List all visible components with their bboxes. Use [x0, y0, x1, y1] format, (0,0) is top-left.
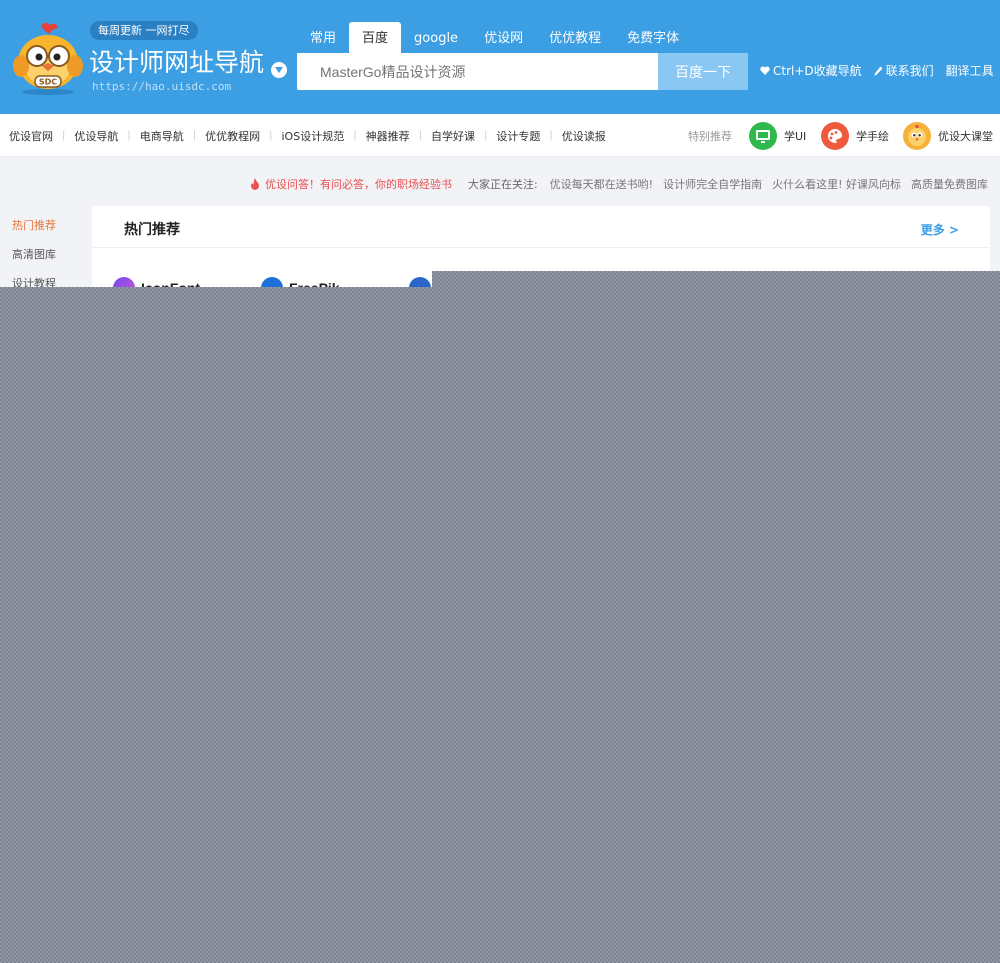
nav-links: 优设官网 | 优设导航 | 电商导航 | 优优教程网 | iOS设计规范 | 神…: [0, 114, 615, 157]
tab-baidu[interactable]: 百度: [349, 22, 402, 53]
fire-icon: [250, 178, 259, 190]
nav-item-uisdc-official[interactable]: 优设官网: [0, 128, 62, 144]
nav-item-uisdc-nav[interactable]: 优设导航: [65, 128, 127, 144]
nav-item-tutorials[interactable]: 优优教程网: [196, 128, 269, 144]
nav-bar: 优设官网 | 优设导航 | 电商导航 | 优优教程网 | iOS设计规范 | 神…: [0, 114, 1000, 157]
sidebar-item-tutorials[interactable]: 设计教程: [0, 268, 92, 287]
heart-icon: [760, 66, 770, 75]
special-label-class: 优设大课堂: [938, 130, 993, 143]
loading-overlay: [0, 287, 1000, 963]
translate-link[interactable]: 翻译工具: [946, 62, 994, 79]
loading-overlay: [432, 271, 1000, 287]
chicken-avatar-icon: [903, 122, 931, 150]
special-learn-drawing[interactable]: 学手绘: [821, 121, 889, 151]
special-learn-ui[interactable]: 学UI: [749, 121, 806, 151]
category-sidebar: 热门推荐 高清图库 设计教程: [0, 210, 92, 287]
update-badge: 每周更新 一网打尽: [90, 21, 198, 40]
trending-item[interactable]: 高质量免费图库: [911, 176, 988, 192]
nav-item-tools[interactable]: 神器推荐: [357, 128, 419, 144]
sidebar-item-hot[interactable]: 热门推荐: [0, 210, 92, 239]
nav-item-ios-guidelines[interactable]: iOS设计规范: [273, 128, 354, 144]
bookmark-label: Ctrl+D收藏导航: [773, 64, 862, 78]
search-input[interactable]: [297, 53, 658, 90]
trending-item[interactable]: 火什么看这里! 好课风向标: [772, 176, 901, 192]
sidebar-item-images[interactable]: 高清图库: [0, 239, 92, 268]
site-url: https://hao.uisdc.com: [92, 80, 232, 93]
nav-item-daily-news[interactable]: 优设读报: [553, 128, 615, 144]
special-label-drawing: 学手绘: [856, 130, 889, 143]
tab-uisdc[interactable]: 优设网: [471, 22, 536, 53]
bookmark-link[interactable]: Ctrl+D收藏导航: [760, 62, 862, 79]
tab-tutorials[interactable]: 优优教程: [536, 22, 614, 53]
hot-question-link[interactable]: 优设问答！有问必答，你的职场经验书: [250, 176, 452, 192]
nav-item-courses[interactable]: 自学好课: [422, 128, 484, 144]
monitor-icon: [749, 122, 777, 150]
special-uisdc-class[interactable]: 优设大课堂: [903, 121, 993, 151]
trending-item[interactable]: 优设每天都在送书哟!: [550, 176, 653, 192]
notice-bar: 优设问答！有问必答，你的职场经验书 大家正在关注: 优设每天都在送书哟! 设计师…: [250, 176, 988, 192]
header-links: Ctrl+D收藏导航 联系我们 翻译工具: [760, 62, 994, 79]
contact-link[interactable]: 联系我们: [873, 62, 934, 79]
chevron-down-icon[interactable]: [271, 62, 287, 78]
search-engine-tabs: 常用 百度 google 优设网 优优教程 免费字体: [297, 22, 692, 53]
pencil-icon: [873, 66, 883, 76]
trending-item[interactable]: 设计师完全自学指南: [663, 176, 762, 192]
chicken-mascot-icon[interactable]: SDC: [8, 20, 88, 96]
trending-label: 大家正在关注:: [467, 178, 538, 191]
nav-item-topics[interactable]: 设计专题: [487, 128, 549, 144]
contact-label: 联系我们: [885, 64, 934, 78]
header: SDC 每周更新 一网打尽 设计师网址导航 https://hao.uisdc.…: [0, 0, 1000, 114]
tab-common[interactable]: 常用: [297, 22, 349, 53]
translate-label: 翻译工具: [945, 64, 994, 78]
tab-google[interactable]: google: [401, 22, 471, 53]
search-button[interactable]: 百度一下: [658, 53, 748, 90]
nav-item-ecommerce-nav[interactable]: 电商导航: [131, 128, 193, 144]
section-header: 热门推荐 更多 >: [92, 206, 990, 248]
special-label: 特别推荐: [688, 130, 732, 143]
hot-question-text: 优设问答！有问必答，你的职场经验书: [264, 178, 452, 191]
more-link[interactable]: 更多 >: [921, 221, 959, 238]
special-label-ui: 学UI: [784, 130, 807, 143]
palette-icon: [821, 122, 849, 150]
tab-free-fonts[interactable]: 免费字体: [614, 22, 692, 53]
section-title: 热门推荐: [124, 222, 180, 238]
site-title[interactable]: 设计师网址导航: [89, 47, 264, 79]
svg-text:SDC: SDC: [39, 78, 57, 87]
search-box: 百度一下: [297, 53, 748, 90]
